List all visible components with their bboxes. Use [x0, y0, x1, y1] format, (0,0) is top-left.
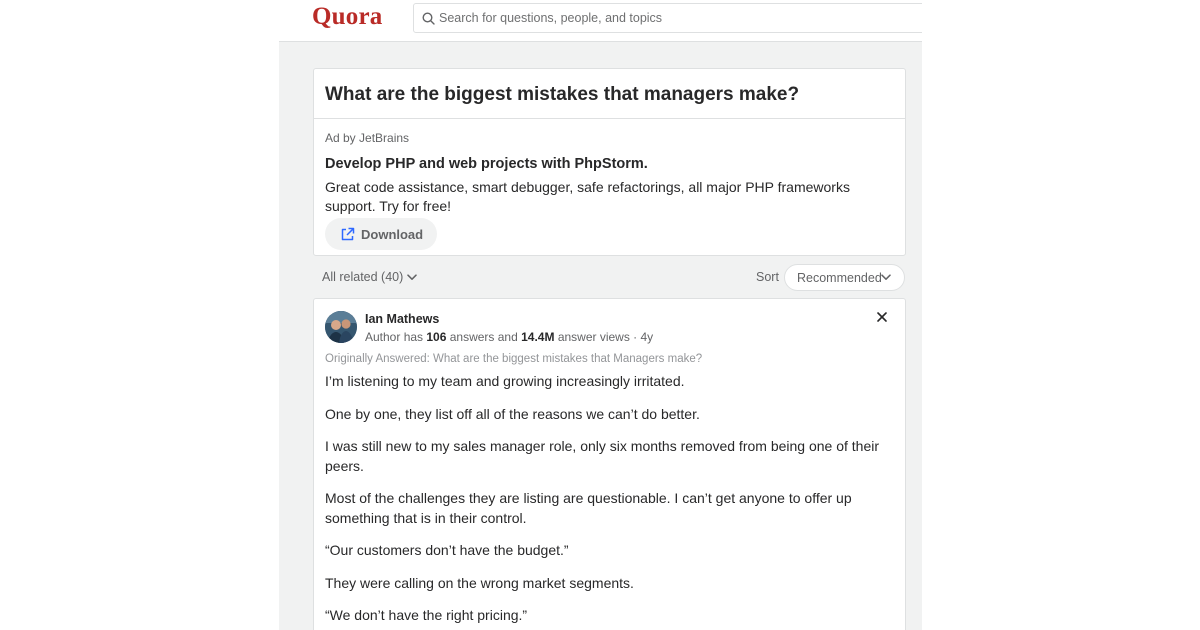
answers-count: 106 [426, 330, 447, 344]
search-icon [422, 12, 435, 25]
search-input[interactable] [439, 4, 839, 32]
author-credentials: Author has 106 answers and 14.4M answer … [365, 330, 653, 344]
answer-card: Ian Mathews Author has 106 answers and 1… [313, 298, 906, 630]
download-button[interactable]: Download [325, 218, 437, 250]
ad-body-text: Great code assistance, smart debugger, s… [325, 179, 850, 214]
answer-body: I’m listening to my team and growing inc… [325, 372, 885, 630]
avatar-photo [325, 311, 357, 343]
answer-paragraph: “Our customers don’t have the budget.” [325, 542, 569, 558]
top-navigation-bar: Quora [279, 0, 922, 42]
answer-paragraph: I was still new to my sales manager role… [325, 438, 880, 474]
answer-paragraph: They were calling on the wrong market se… [325, 574, 634, 591]
question-title[interactable]: What are the biggest mistakes that manag… [325, 84, 799, 106]
all-related-label: All related (40) [322, 270, 404, 284]
meta-text: Author has [365, 330, 427, 344]
divider [314, 118, 905, 119]
close-icon[interactable] [876, 311, 888, 323]
ad-headline[interactable]: Develop PHP and web projects with PhpSto… [325, 156, 648, 172]
meta-text: answer views · 4y [554, 330, 654, 344]
answer-paragraph: Most of the challenges they are listing … [325, 490, 852, 526]
download-button-label: Download [361, 227, 424, 242]
chevron-down-icon [407, 274, 418, 281]
sort-dropdown[interactable]: Recommended [784, 264, 905, 291]
avatar[interactable] [325, 311, 357, 343]
originally-answered[interactable]: Originally Answered: What are the bigges… [325, 353, 702, 365]
answer-paragraph: One by one, they list off all of the rea… [325, 405, 700, 422]
sort-label: Sort [756, 270, 779, 284]
meta-text: answers and [446, 330, 522, 344]
views-count: 14.4M [521, 330, 555, 344]
question-card: What are the biggest mistakes that manag… [313, 68, 906, 256]
external-link-icon [341, 227, 355, 241]
answer-paragraph: “We don’t have the right pricing.” [325, 607, 528, 623]
quora-logo[interactable]: Quora [312, 3, 382, 31]
search-box[interactable] [413, 3, 922, 33]
chevron-down-icon [881, 274, 891, 280]
all-related-dropdown[interactable]: All related (40) [322, 270, 418, 284]
sort-value: Recommended [797, 271, 882, 285]
quora-page: Quora What are the biggest mistakes that… [279, 0, 922, 630]
author-name[interactable]: Ian Mathews [365, 312, 439, 326]
ad-sponsor-label: Ad by JetBrains [325, 131, 410, 145]
answer-paragraph: I’m listening to my team and growing inc… [325, 373, 685, 389]
